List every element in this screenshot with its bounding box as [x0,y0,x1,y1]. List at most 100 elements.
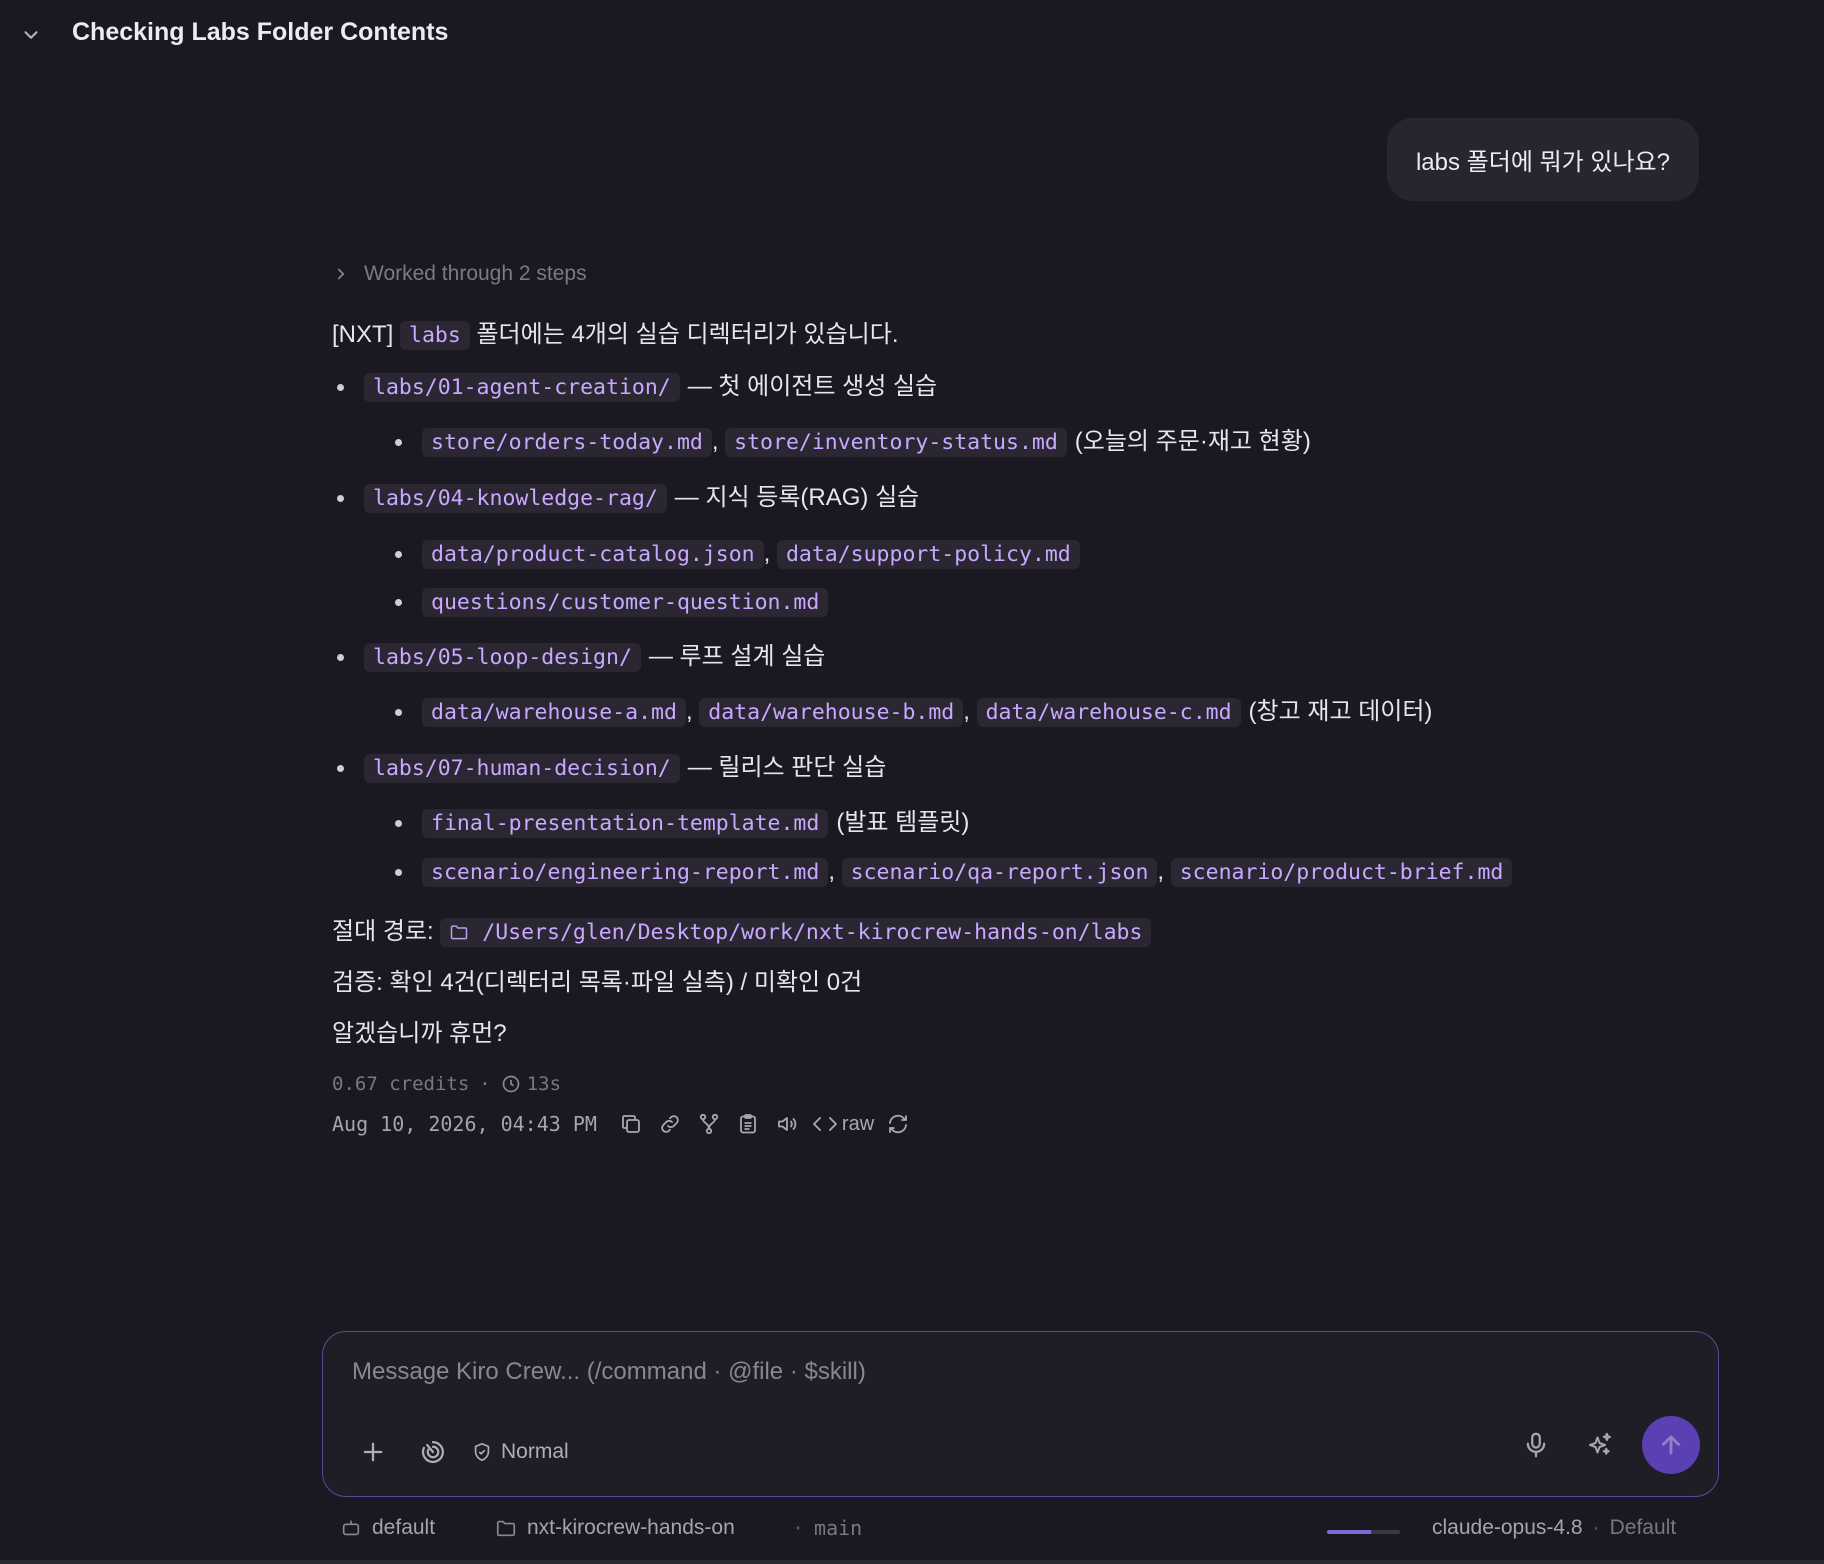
folder-icon [451,925,468,940]
file-code: questions/customer-question.md [422,588,829,617]
horizontal-scrollbar[interactable] [0,1560,1824,1564]
file-code: data/warehouse-c.md [976,698,1241,727]
model-label: claude-opus-4.8 [1432,1516,1583,1539]
intro-prefix: [NXT] [332,321,394,348]
bullet-dot [395,820,402,827]
context-usage-bar [1327,1530,1400,1534]
user-message-bubble: labs 폴더에 뭐가 있나요? [1386,118,1699,201]
lab-item: labs/01-agent-creation/ — 첫 에이전트 생성 실습 [337,372,937,403]
abs-path-label: 절대 경로: [332,918,434,945]
code-icon [812,1117,837,1131]
context-usage-fill [1327,1530,1371,1534]
credits-value: 0.67 credits [332,1073,470,1095]
branch-indicator[interactable]: · main [792,1516,862,1540]
lab-file-item: data/warehouse-a.md, data/warehouse-b.md… [395,697,1433,728]
refresh-icon[interactable] [883,1109,913,1139]
gauge-icon [421,1440,444,1464]
message-composer[interactable]: Message Kiro Crew... (/command · @file ·… [322,1331,1719,1497]
meta-actions-row: Aug 10, 2026, 04:43 PM raw [332,1109,913,1139]
intro-line: [NXT] labs 폴더에는 4개의 실습 디렉터리가 있습니다. [332,320,899,351]
file-code: data/warehouse-b.md [699,698,964,727]
branch-label: main [814,1516,863,1540]
lab-desc: — 지식 등록(RAG) 실습 [674,484,920,511]
bullet-dot [395,599,402,606]
composer-tools: Normal [351,1430,569,1474]
worked-steps-toggle[interactable]: Worked through 2 steps [332,258,587,290]
lab-item: labs/07-human-decision/ — 릴리스 판단 실습 [337,753,887,784]
lab-file-item: store/orders-today.md, store/inventory-s… [395,427,1311,458]
chevron-down-icon[interactable] [20,24,42,46]
clipboard-icon[interactable] [733,1109,763,1139]
file-code: data/product-catalog.json [422,540,764,569]
link-icon[interactable] [655,1109,685,1139]
file-note: (오늘의 주문·재고 현황) [1074,428,1311,455]
lab-item: labs/04-knowledge-rag/ — 지식 등록(RAG) 실습 [337,483,920,514]
model-sep: · [1592,1516,1600,1539]
meta-sep: · [479,1073,491,1095]
abs-path-line: 절대 경로: /Users/glen/Desktop/work/nxt-kiro… [332,917,1152,948]
bullet-dot [395,439,402,446]
sparkles-icon [1589,1432,1611,1455]
workspace-label: nxt-kirocrew-hands-on [527,1516,735,1539]
mode-selector[interactable]: Normal [471,1440,569,1464]
bullet-dot [337,654,344,661]
agent-selector[interactable]: default [340,1516,435,1540]
bullet-dot [395,551,402,558]
lab-item: labs/05-loop-design/ — 루프 설계 실습 [337,642,826,673]
verify-line: 검증: 확인 4건(디렉터리 목록·파일 실측) / 미확인 0건 [332,969,863,996]
comma-sep: , [711,428,726,455]
shield-check-icon [474,1442,490,1462]
file-note: (창고 재고 데이터) [1248,698,1433,725]
header: Checking Labs Folder Contents [0,0,1824,72]
lab-file-item: scenario/engineering-report.md, scenario… [395,857,1513,888]
page-title: Checking Labs Folder Contents [72,18,449,46]
timestamp: Aug 10, 2026, 04:43 PM [332,1112,597,1136]
closing-line: 알겠습니까 휴먼? [332,1020,507,1047]
history-button[interactable] [411,1430,455,1474]
comma-sep: , [1157,858,1171,885]
abs-path-value: /Users/glen/Desktop/work/nxt-kirocrew-ha… [482,920,1143,945]
comma-sep: , [963,698,977,725]
send-button[interactable] [1642,1416,1700,1474]
lab-dir-code: labs/01-agent-creation/ [364,373,680,402]
worked-steps-label: Worked through 2 steps [364,262,587,285]
plus-icon [363,1442,383,1462]
file-code: scenario/product-brief.md [1170,858,1513,887]
add-attachment-button[interactable] [351,1430,395,1474]
meta-credits-row: 0.67 credits · 13s [332,1073,561,1095]
code-labs: labs [400,321,470,350]
folder-icon [496,1520,516,1537]
lab-desc: — 루프 설계 실습 [648,643,826,670]
lab-dir-code: labs/04-knowledge-rag/ [364,484,667,513]
message-input[interactable]: Message Kiro Crew... (/command · @file ·… [352,1358,866,1386]
agent-label: default [372,1516,436,1539]
comma-sep: , [685,698,700,725]
lab-file-item: questions/customer-question.md [395,587,829,618]
speaker-icon[interactable] [772,1109,802,1139]
file-code: data/warehouse-a.md [422,698,686,727]
bullet-dot [337,384,344,391]
comma-sep: , [763,540,777,567]
status-bar: default nxt-kirocrew-hands-on · main cla… [0,1512,1824,1552]
bullet-dot [337,765,344,772]
lab-file-item: data/product-catalog.json, data/support-… [395,539,1080,570]
chevron-right-icon [337,268,345,280]
abs-path-code[interactable]: /Users/glen/Desktop/work/nxt-kirocrew-ha… [440,918,1152,947]
microphone-icon [1526,1432,1546,1458]
model-selector[interactable]: claude-opus-4.8 · Default [1432,1516,1676,1540]
fork-icon[interactable] [694,1109,724,1139]
workspace-selector[interactable]: nxt-kirocrew-hands-on [495,1516,735,1540]
raw-button[interactable]: raw [812,1113,874,1136]
copy-icon[interactable] [616,1109,646,1139]
file-code: data/support-policy.md [776,540,1080,569]
file-code: scenario/engineering-report.md [422,858,829,887]
lab-dir-code: labs/07-human-decision/ [364,754,680,783]
file-code: store/inventory-status.md [725,428,1067,457]
microphone-button[interactable] [1514,1423,1558,1467]
enhance-prompt-button[interactable] [1578,1423,1622,1467]
duration-value: 13s [526,1073,562,1095]
branch-sep: · [792,1516,805,1540]
bullet-dot [395,709,402,716]
lab-desc: — 릴리스 판단 실습 [687,754,887,781]
arrow-up-icon [1662,1435,1680,1455]
